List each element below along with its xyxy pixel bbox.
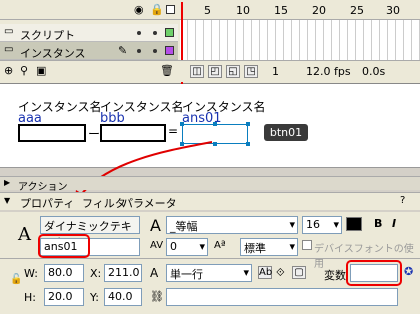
letter-spacing-icon: AV [150, 240, 164, 251]
properties-panel: A ダイナミックテキスト ans01 A _等幅 ▾ 16 ▾ B I AV 0… [0, 212, 420, 314]
line-type-select[interactable]: 単一行 ▾ [166, 264, 252, 282]
highlight-variable [346, 260, 402, 286]
help-icon[interactable]: ? [400, 195, 405, 206]
highlight-instance-name [38, 234, 90, 258]
html-icon[interactable]: ⟐ [276, 266, 285, 280]
baseline-icon: Aª [214, 240, 226, 251]
height-value: 20.0 [48, 290, 73, 303]
collapse-arrow-icon: ▼ [4, 196, 11, 205]
height-label: H: [24, 291, 36, 304]
link-icon: ⛓ [150, 290, 164, 303]
font-select[interactable]: _等幅 ▾ [166, 216, 298, 234]
font-size-value: 16 [306, 218, 320, 231]
x-label: X: [90, 267, 102, 280]
x-input[interactable]: 211.0 [104, 264, 142, 282]
font-value: _等幅 [170, 220, 198, 233]
embed-icon[interactable]: ✪ [404, 265, 413, 278]
text-tool-glyph: A [18, 224, 31, 245]
font-glyph: A [150, 216, 161, 235]
font-size-input[interactable]: 16 ▾ [302, 216, 342, 234]
actions-title: アクション [18, 182, 68, 193]
lock-proportions-icon[interactable]: 🔓 [10, 274, 22, 285]
letter-spacing-input[interactable]: 0 ▾ [166, 238, 208, 256]
chevron-down-icon: ▾ [333, 218, 339, 231]
text-color-swatch[interactable] [346, 217, 362, 231]
variable-label: 変数 [324, 269, 346, 282]
width-input[interactable]: 80.0 [44, 264, 84, 282]
text-type-select[interactable]: ダイナミックテキスト [40, 216, 140, 249]
width-label: W: [24, 267, 38, 280]
actions-panel-bar[interactable]: ▶ アクション [0, 176, 420, 193]
y-value: 40.0 [108, 290, 133, 303]
chevron-down-icon: ▾ [289, 240, 295, 253]
expand-arrow-icon: ▶ [4, 178, 11, 187]
height-input[interactable]: 20.0 [44, 288, 84, 306]
x-value: 211.0 [108, 266, 140, 279]
chevron-down-icon: ▾ [289, 218, 295, 231]
bold-button[interactable]: B [374, 217, 382, 230]
tab-properties[interactable]: プロパティ [20, 195, 74, 211]
border-icon[interactable]: ▢ [292, 266, 306, 279]
char-position-value: 標準 [244, 242, 266, 255]
line-type-icon: A [150, 266, 159, 280]
properties-tab-bar: ▼ プロパティ フィルタ パラメータ ? [0, 192, 420, 210]
line-type-value: 単一行 [170, 268, 203, 281]
tab-parameters[interactable]: パラメータ [122, 195, 177, 211]
letter-spacing-value: 0 [170, 240, 177, 253]
selectable-icon[interactable]: Ab [258, 266, 272, 279]
divider [0, 258, 420, 259]
tab-filters[interactable]: フィルタ [82, 195, 126, 211]
chevron-down-icon: ▾ [243, 266, 249, 279]
device-font-checkbox[interactable] [302, 240, 312, 250]
width-value: 80.0 [48, 266, 73, 279]
chevron-down-icon: ▾ [199, 240, 205, 253]
italic-button[interactable]: I [392, 217, 396, 230]
char-position-select[interactable]: 標準 ▾ [240, 238, 298, 256]
y-label: Y: [90, 291, 99, 304]
y-input[interactable]: 40.0 [104, 288, 142, 306]
url-input[interactable] [166, 288, 398, 306]
